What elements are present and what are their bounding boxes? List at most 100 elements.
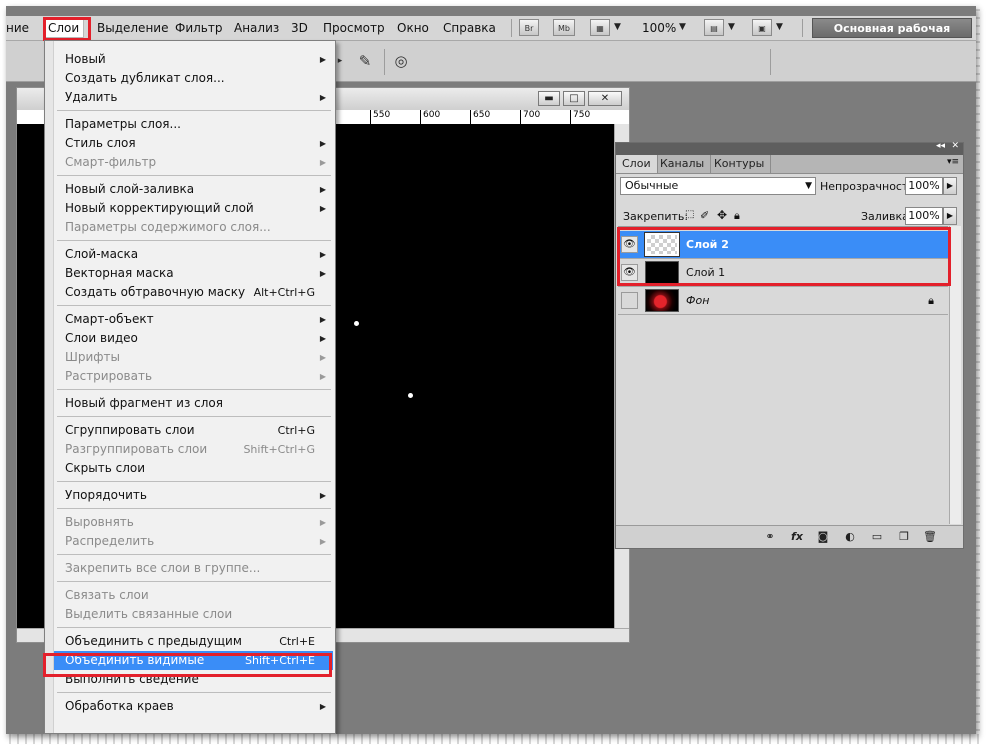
mask-icon[interactable]: ◙ bbox=[815, 529, 831, 545]
extras-icon[interactable]: ▦ bbox=[590, 19, 610, 36]
menu-item[interactable]: Обработка краев ▶ bbox=[54, 697, 333, 716]
blend-mode-select[interactable]: Обычные ▼ bbox=[620, 177, 816, 195]
airbrush-icon[interactable]: ✎ bbox=[354, 50, 376, 72]
menu-item-label: Сгруппировать слои bbox=[65, 423, 195, 437]
menu-item-label: Закрепить все слои в группе... bbox=[65, 561, 261, 575]
blend-mode-value: Обычные bbox=[625, 179, 679, 192]
menu-item[interactable]: Векторная маска ▶ bbox=[54, 264, 333, 283]
menu-item[interactable]: Выполнить сведение bbox=[54, 670, 333, 689]
close-icon[interactable]: ✕ bbox=[588, 91, 622, 106]
menu-image[interactable]: ние bbox=[6, 21, 29, 35]
arrange-documents-icon[interactable]: ▤ bbox=[704, 19, 724, 36]
eye-icon[interactable]: 👁︎ bbox=[621, 264, 638, 281]
layer-row-background[interactable]: Фон 🔒︎ bbox=[618, 287, 948, 315]
layer-row-sloy-1[interactable]: 👁︎ Слой 1 bbox=[618, 259, 948, 287]
fill-field[interactable]: 100% bbox=[905, 207, 943, 225]
menu-separator bbox=[57, 627, 331, 628]
menu-separator bbox=[57, 554, 331, 555]
lock-brush-icon[interactable]: ✐ bbox=[700, 209, 709, 222]
chevron-down-icon[interactable]: ▼ bbox=[614, 22, 621, 32]
tablet-pressure-icon[interactable]: ◎ bbox=[390, 50, 412, 72]
lock-icon[interactable]: 🔒︎ bbox=[734, 209, 740, 223]
group-icon[interactable]: ▭ bbox=[869, 529, 885, 545]
link-icon[interactable]: ⚭ bbox=[762, 529, 778, 545]
fill-slider-arrow[interactable]: ▶ bbox=[943, 207, 957, 225]
menu-item[interactable]: Слои видео ▶ bbox=[54, 329, 333, 348]
torn-edge-bottom bbox=[6, 734, 980, 744]
menu-item[interactable]: Создать дубликат слоя... bbox=[54, 69, 333, 88]
menu-filter[interactable]: Фильтр bbox=[175, 21, 222, 35]
menu-item-label: Новый корректирующий слой bbox=[65, 201, 254, 215]
menu-help[interactable]: Справка bbox=[443, 21, 496, 35]
menu-item[interactable]: Упорядочить ▶ bbox=[54, 486, 333, 505]
chevron-down-icon[interactable]: ▼ bbox=[728, 22, 735, 32]
menu-window[interactable]: Окно bbox=[397, 21, 429, 35]
ruler-tick: 650 bbox=[470, 110, 490, 124]
menu-item: Распределить ▶ bbox=[54, 532, 333, 551]
lock-move-icon[interactable]: ✥ bbox=[717, 208, 727, 222]
tab-channels[interactable]: Каналы bbox=[654, 155, 712, 173]
collapse-icon[interactable]: ◂◂ bbox=[936, 141, 945, 151]
tab-paths[interactable]: Контуры bbox=[708, 155, 772, 173]
menu-item[interactable]: Скрыть слои bbox=[54, 459, 333, 478]
trash-icon[interactable]: 🗑︎ bbox=[922, 529, 938, 545]
menu-item[interactable]: Объединить с предыдущим Ctrl+E bbox=[54, 632, 333, 651]
layers-scrollbar[interactable] bbox=[949, 226, 961, 524]
screen-mode-icon[interactable]: ▣ bbox=[752, 19, 772, 36]
maximize-icon[interactable]: □ bbox=[563, 91, 585, 106]
menu-separator bbox=[57, 175, 331, 176]
minimize-icon[interactable]: ▬ bbox=[538, 91, 560, 106]
chevron-down-icon[interactable]: ▼ bbox=[679, 22, 686, 32]
opacity-field[interactable]: 100% bbox=[905, 177, 943, 195]
menu-item-shortcut: Ctrl+G bbox=[277, 424, 315, 437]
ruler-tick: 550 bbox=[370, 110, 390, 124]
menu-item-label: Удалить bbox=[65, 90, 118, 104]
fx-icon[interactable]: fx bbox=[789, 529, 805, 545]
lock-transparency-icon[interactable]: ⬚ bbox=[685, 209, 694, 220]
panel-menu-icon[interactable]: ▾≡ bbox=[947, 157, 959, 167]
layer-row-sloy-2[interactable]: 👁︎ Слой 2 bbox=[618, 231, 948, 259]
submenu-arrow-icon: ▶ bbox=[319, 702, 326, 711]
close-icon[interactable]: ✕ bbox=[951, 141, 959, 151]
menu-item[interactable]: Объединить видимые Shift+Ctrl+E bbox=[54, 651, 333, 670]
chevron-down-icon[interactable]: ▼ bbox=[776, 22, 783, 32]
menu-item[interactable]: Слой-маска ▶ bbox=[54, 245, 333, 264]
menu-3d[interactable]: 3D bbox=[291, 21, 308, 35]
adjustment-icon[interactable]: ◐ bbox=[842, 529, 858, 545]
menu-item[interactable]: Новый ▶ bbox=[54, 50, 333, 69]
menu-item: Параметры содержимого слоя... bbox=[54, 218, 333, 237]
menu-layers[interactable]: Слои bbox=[43, 18, 85, 38]
panel-header-bar[interactable]: ◂◂ ✕ bbox=[616, 141, 963, 155]
menu-item[interactable]: Новый корректирующий слой ▶ bbox=[54, 199, 333, 218]
workspace-switcher[interactable]: Основная рабочая среда bbox=[812, 18, 972, 55]
menu-item[interactable]: Стиль слоя ▶ bbox=[54, 134, 333, 153]
submenu-arrow-icon: ▶ bbox=[319, 518, 326, 527]
menu-item[interactable]: Новый фрагмент из слоя bbox=[54, 394, 333, 413]
menu-item[interactable]: Сгруппировать слои Ctrl+G bbox=[54, 421, 333, 440]
eye-icon[interactable]: 👁︎ bbox=[621, 236, 638, 253]
panel-bottom-bar: ⚭ fx ◙ ◐ ▭ ❐ 🗑︎ bbox=[616, 525, 963, 548]
bridge-button[interactable]: Br bbox=[519, 19, 539, 36]
star-dot bbox=[354, 321, 359, 326]
eye-hidden-icon[interactable] bbox=[621, 292, 638, 309]
menu-item[interactable]: Создать обтравочную маску Alt+Ctrl+G bbox=[54, 283, 333, 302]
menu-analysis[interactable]: Анализ bbox=[234, 21, 279, 35]
mini-bridge-button[interactable]: Mb bbox=[553, 19, 575, 36]
menu-item-label: Новый слой-заливка bbox=[65, 182, 195, 196]
menu-item[interactable]: Новый слой-заливка ▶ bbox=[54, 180, 333, 199]
opacity-slider-arrow[interactable]: ▶ bbox=[943, 177, 957, 195]
menu-item[interactable]: Удалить ▶ bbox=[54, 88, 333, 107]
menu-view[interactable]: Просмотр bbox=[323, 21, 385, 35]
menu-item[interactable]: Параметры слоя... bbox=[54, 115, 333, 134]
tab-layers[interactable]: Слои bbox=[616, 155, 658, 173]
zoom-level[interactable]: 100% bbox=[642, 21, 676, 35]
submenu-arrow-icon: ▶ bbox=[319, 185, 326, 194]
new-layer-icon[interactable]: ❐ bbox=[896, 529, 912, 545]
menu-item[interactable]: Смарт-объект ▶ bbox=[54, 310, 333, 329]
menubar: ние Слои Выделение Фильтр Анализ 3D Прос… bbox=[6, 16, 976, 55]
layer-thumbnail bbox=[644, 232, 680, 257]
menu-select[interactable]: Выделение bbox=[97, 21, 168, 35]
menu-separator bbox=[57, 581, 331, 582]
menu-separator bbox=[57, 481, 331, 482]
menu-item: Закрепить все слои в группе... bbox=[54, 559, 333, 578]
